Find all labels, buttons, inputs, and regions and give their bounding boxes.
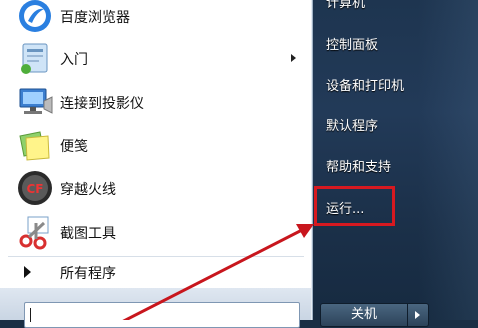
menu-item-default-programs[interactable]: 默认程序 <box>326 115 378 134</box>
all-programs-label: 所有程序 <box>60 266 116 282</box>
program-item-sticky-notes[interactable]: 便笺 <box>0 123 310 167</box>
program-item-getting-started[interactable]: 入门 <box>0 36 310 80</box>
menu-item-devices-printers[interactable]: 设备和打印机 <box>326 75 404 94</box>
snipping-tool-icon <box>19 216 49 250</box>
projector-icon <box>19 88 53 114</box>
svg-text:CF: CF <box>26 182 43 196</box>
expand-arrow-icon <box>24 266 31 278</box>
menu-item-computer[interactable]: 计算机 <box>326 0 365 11</box>
program-label: 截图工具 <box>60 226 116 242</box>
shutdown-button[interactable]: 关机 <box>320 303 408 327</box>
program-label: 百度浏览器 <box>60 10 130 26</box>
program-label: 穿越火线 <box>60 182 116 198</box>
search-input[interactable] <box>24 302 300 328</box>
menu-item-help-support[interactable]: 帮助和支持 <box>326 156 391 175</box>
baidu-browser-icon <box>19 0 51 32</box>
run-highlight-box <box>314 186 395 226</box>
program-label: 入门 <box>60 52 88 68</box>
shutdown-options-button[interactable] <box>407 303 429 327</box>
getting-started-icon <box>21 43 48 74</box>
menu-separator <box>8 256 304 257</box>
program-item-projector[interactable]: 连接到投影仪 <box>0 80 310 124</box>
program-item-snipping-tool[interactable]: 截图工具 <box>0 210 310 254</box>
start-menu-programs-pane: 百度浏览器 入门 连接到投影仪 便笺 CF 穿越火线 截图工具 所有程序 <box>0 0 313 328</box>
program-item-crossfire[interactable]: CF 穿越火线 <box>0 166 310 210</box>
pane-glow <box>418 0 478 320</box>
crossfire-game-icon: CF <box>18 171 52 205</box>
program-label: 便笺 <box>60 139 88 155</box>
sticky-notes-icon <box>19 131 50 161</box>
program-label: 连接到投影仪 <box>60 96 144 112</box>
menu-item-control-panel[interactable]: 控制面板 <box>326 34 378 53</box>
submenu-arrow-icon <box>291 54 296 62</box>
program-item-baidu-browser[interactable]: 百度浏览器 <box>0 0 310 38</box>
